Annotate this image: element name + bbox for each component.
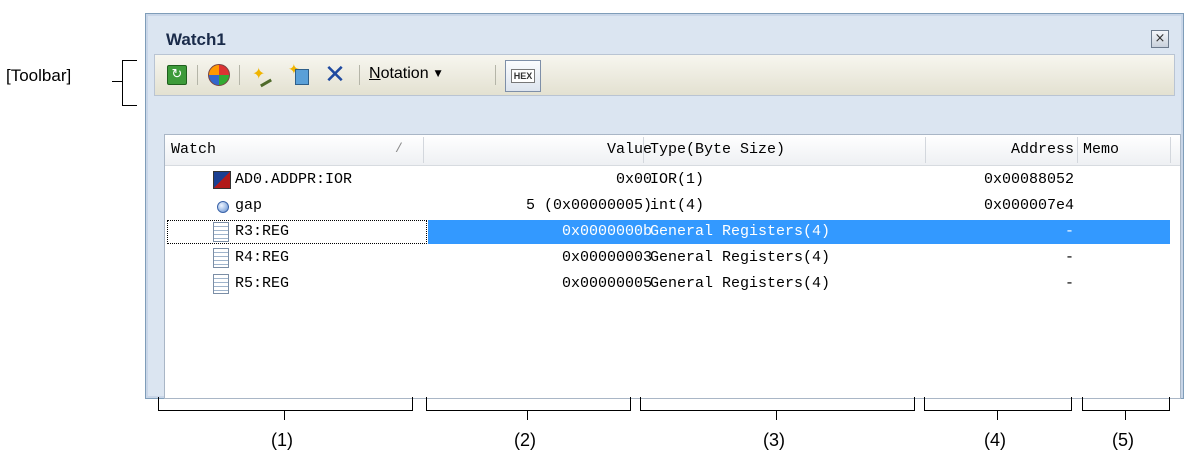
type-cell: General Registers(4) [650, 223, 831, 240]
type-cell: IOR(1) [650, 171, 705, 188]
table-row[interactable]: AD0.ADDPR:IOR 0x00 IOR(1) 0x00088052 [165, 167, 1180, 193]
address-cell: - [1064, 249, 1074, 266]
column-header-value[interactable]: Value [607, 141, 652, 158]
ior-icon [213, 171, 231, 189]
focus-rectangle [167, 220, 427, 244]
address-cell: - [1064, 223, 1074, 240]
address-cell: - [1064, 275, 1074, 292]
register-icon [213, 274, 229, 294]
chevron-down-icon: ▼ [434, 69, 442, 79]
toolbar-bracket-tick [112, 81, 122, 82]
column-bracket-1 [158, 397, 413, 411]
column-bracket-3 [640, 397, 915, 411]
column-label-5: (5) [1112, 430, 1134, 450]
register-icon [213, 248, 229, 268]
column-header-address[interactable]: Address [1011, 141, 1074, 158]
column-divider[interactable] [925, 137, 926, 163]
value-cell[interactable]: 0x00000005 [562, 275, 652, 292]
address-cell: 0x00088052 [983, 171, 1074, 188]
column-label-2: (2) [514, 430, 536, 450]
column-divider[interactable] [1077, 137, 1078, 163]
column-label-4: (4) [984, 430, 1006, 450]
toolbar-separator [197, 65, 198, 85]
value-cell[interactable]: 0x00 [616, 171, 652, 188]
watch-cell: gap [235, 197, 263, 214]
watch-cell: R5:REG [235, 275, 290, 292]
column-bracket-tick [1125, 410, 1126, 420]
column-header-watch[interactable]: Watch [171, 141, 216, 158]
type-cell: General Registers(4) [650, 275, 831, 292]
delete-button[interactable]: ✕ [323, 60, 347, 90]
address-cell: 0x000007e4 [983, 197, 1074, 214]
column-bracket-tick [284, 410, 285, 420]
hex-display-button[interactable]: HEX [505, 60, 541, 92]
column-divider[interactable] [1170, 137, 1171, 163]
value-cell[interactable]: 5 (0x00000005) [526, 197, 652, 214]
table-row[interactable]: R4:REG 0x00000003 General Registers(4) - [165, 245, 1180, 271]
notation-dropdown[interactable]: Notation ▼ [369, 65, 442, 83]
variable-icon [217, 201, 229, 213]
column-label-1: (1) [271, 430, 293, 450]
watch-cell: R4:REG [235, 249, 290, 266]
refresh-button[interactable]: ↻ [165, 63, 189, 87]
add-category-icon: ✦ [288, 62, 310, 86]
table-row[interactable]: R5:REG 0x00000005 General Registers(4) - [165, 271, 1180, 297]
column-label-3: (3) [763, 430, 785, 450]
watch-cell: R3:REG [235, 223, 290, 240]
toolbar-separator [495, 65, 496, 85]
column-bracket-tick [776, 410, 777, 420]
column-header-type[interactable]: Type(Byte Size) [650, 141, 785, 158]
add-watch-icon: ✦ [250, 64, 272, 88]
notation-label: otation [380, 65, 429, 82]
hex-icon: HEX [510, 69, 536, 83]
toolbar-bracket [122, 60, 137, 106]
panel-titlebar: Watch1 × [154, 22, 1175, 58]
color-button[interactable] [207, 63, 231, 87]
table-row[interactable]: gap 5 (0x00000005) int(4) 0x000007e4 [165, 193, 1180, 219]
toolbar-annotation-label: [Toolbar] [6, 66, 72, 85]
column-bracket-5 [1082, 397, 1170, 411]
type-cell: General Registers(4) [650, 249, 831, 266]
toolbar-separator [359, 65, 360, 85]
column-bracket-2 [426, 397, 631, 411]
column-header-memo[interactable]: Memo [1083, 141, 1119, 158]
column-bracket-tick [997, 410, 998, 420]
value-cell[interactable]: 0x00000003 [562, 249, 652, 266]
color-icon [208, 64, 230, 86]
value-cell[interactable]: 0x0000000b [562, 223, 652, 240]
type-cell: int(4) [650, 197, 705, 214]
register-icon [213, 222, 229, 242]
delete-icon: ✕ [324, 60, 346, 90]
toolbar-separator [239, 65, 240, 85]
sort-indicator: / [395, 141, 403, 156]
table-header: Watch / Value Type(Byte Size) Address Me… [165, 135, 1180, 166]
notation-accel: N [369, 65, 381, 82]
toolbar: ↻ ✦ ✦ ✕ Notation ▼ HEX [154, 54, 1175, 96]
table-row-selected[interactable]: R3:REG 0x0000000b General Registers(4) - [165, 219, 1180, 245]
watch-cell: AD0.ADDPR:IOR [235, 171, 353, 188]
refresh-icon: ↻ [167, 65, 187, 85]
watch-panel: Watch1 × ↻ ✦ ✦ ✕ Notation ▼ HEX Watch / … [145, 13, 1184, 399]
column-bracket-tick [527, 410, 528, 420]
close-icon[interactable]: × [1151, 30, 1169, 48]
column-divider[interactable] [643, 137, 644, 163]
watch-table: Watch / Value Type(Byte Size) Address Me… [164, 134, 1181, 399]
column-bracket-4 [924, 397, 1072, 411]
column-divider[interactable] [423, 137, 424, 163]
add-watch-button[interactable]: ✦ [249, 63, 273, 88]
add-category-button[interactable]: ✦ [287, 62, 311, 87]
panel-title: Watch1 [166, 30, 226, 49]
